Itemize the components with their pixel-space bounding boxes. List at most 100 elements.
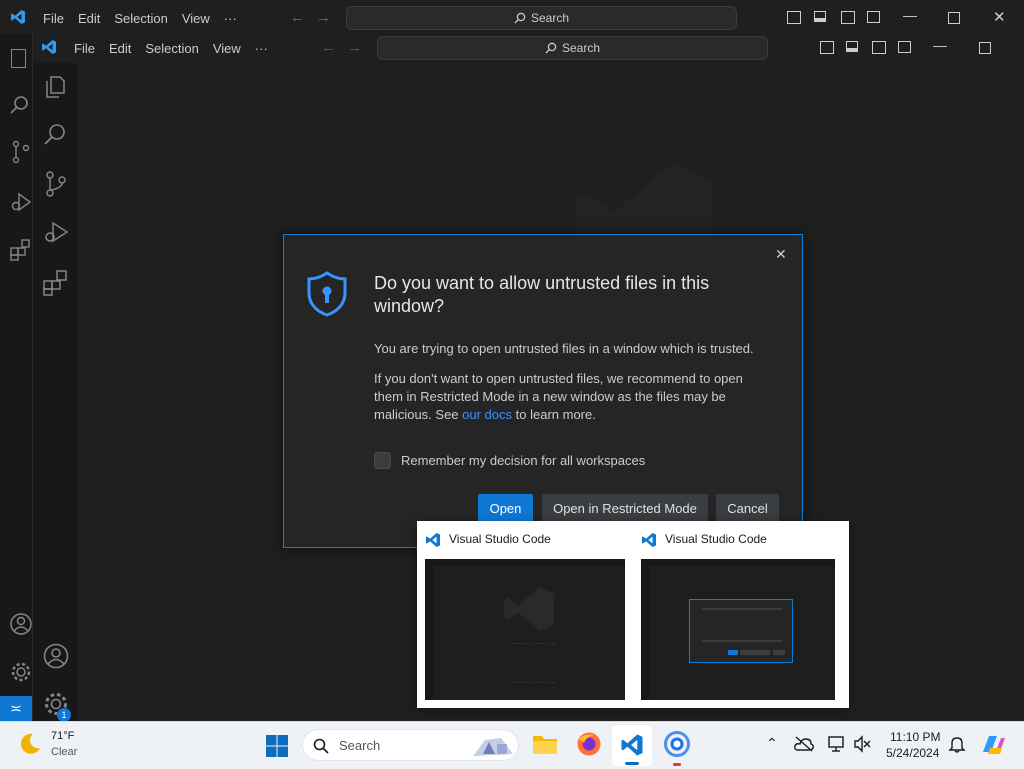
open-restricted-button[interactable]: Open in Restricted Mode xyxy=(542,494,708,522)
front-minimize-button[interactable]: — xyxy=(933,37,947,53)
dialog-message-2-end: to learn more. xyxy=(512,407,596,422)
open-button[interactable]: Open xyxy=(478,494,533,522)
back-search-icon[interactable] xyxy=(10,95,30,115)
run-debug-icon[interactable] xyxy=(43,220,69,246)
remember-checkbox[interactable] xyxy=(374,452,391,469)
forward-arrow-icon[interactable]: → xyxy=(316,9,331,26)
menu-selection[interactable]: Selection xyxy=(114,11,167,26)
front-customize-layout-icon[interactable] xyxy=(898,41,911,53)
cancel-button[interactable]: Cancel xyxy=(716,494,779,522)
front-toggle-panel-icon[interactable] xyxy=(846,41,858,52)
dialog-message-1: You are trying to open untrusted files i… xyxy=(374,341,754,356)
front-window-titlebar: File Edit Selection View ··· ← → Search — xyxy=(33,33,1024,63)
account-icon[interactable] xyxy=(43,643,69,669)
search-view-icon[interactable] xyxy=(43,123,67,147)
back-manage-gear-icon[interactable] xyxy=(10,661,32,683)
front-menu-more[interactable]: ··· xyxy=(255,41,268,56)
back-account-icon[interactable] xyxy=(10,613,32,635)
network-icon[interactable] xyxy=(828,735,846,753)
file-explorer-icon[interactable] xyxy=(532,732,558,756)
back-activity-bar: ≍ xyxy=(0,33,32,721)
front-maximize-button[interactable] xyxy=(979,42,991,54)
preview-1-thumb-shortcuts xyxy=(511,643,555,683)
search-highlight-icon xyxy=(473,738,513,756)
remember-checkbox-label[interactable]: Remember my decision for all workspaces xyxy=(401,453,645,468)
trust-dialog: ✕ Do you want to allow untrusted files i… xyxy=(283,234,803,548)
menu-more[interactable]: ··· xyxy=(224,11,237,26)
front-toggle-secondary-sidebar-icon[interactable] xyxy=(872,41,886,54)
preview-2-thumb-cancel-btn xyxy=(773,650,785,655)
vscode-logo-icon xyxy=(10,9,26,30)
weather-temp[interactable]: 71°F xyxy=(51,730,74,742)
chrome-running-indicator xyxy=(673,763,681,766)
menu-edit[interactable]: Edit xyxy=(78,11,100,26)
toggle-sidebar-icon[interactable] xyxy=(787,11,801,24)
back-explorer-icon[interactable] xyxy=(11,49,26,68)
preview-1[interactable]: Visual Studio Code xyxy=(425,529,625,701)
preview-2-thumb-activitybar xyxy=(641,566,649,700)
back-run-debug-icon[interactable] xyxy=(10,191,32,213)
show-hidden-icons-chevron[interactable]: ⌃ xyxy=(766,735,778,752)
explorer-icon[interactable] xyxy=(43,75,67,99)
preview-2-thumb-dialog xyxy=(689,599,793,663)
vscode-active-indicator xyxy=(625,762,639,765)
taskbar-search-label: Search xyxy=(339,738,381,753)
preview-2-thumb-restricted-btn xyxy=(740,650,770,655)
preview-2-thumbnail xyxy=(641,559,835,700)
search-label: Search xyxy=(530,11,570,25)
preview-2[interactable]: Visual Studio Code xyxy=(641,529,835,701)
toggle-secondary-sidebar-icon[interactable] xyxy=(841,11,855,24)
front-menu-selection[interactable]: Selection xyxy=(145,41,198,56)
docs-link[interactable]: our docs xyxy=(462,407,512,422)
vscode-taskbar-item[interactable] xyxy=(612,725,652,766)
notifications-bell-icon[interactable] xyxy=(948,735,966,753)
onedrive-offline-icon[interactable] xyxy=(794,736,814,752)
taskbar-search-box[interactable]: Search xyxy=(302,729,519,761)
front-vscode-logo-icon xyxy=(41,39,57,60)
preview-2-vscode-icon xyxy=(642,533,656,547)
clock-time[interactable]: 11:10 PM xyxy=(890,730,940,744)
extensions-icon[interactable] xyxy=(43,270,69,296)
weather-moon-icon[interactable] xyxy=(18,732,42,756)
menu-file[interactable]: File xyxy=(43,11,64,26)
front-menu-file[interactable]: File xyxy=(74,41,95,56)
maximize-button[interactable] xyxy=(948,12,960,24)
preview-1-title: Visual Studio Code xyxy=(449,532,551,546)
front-menu-edit[interactable]: Edit xyxy=(109,41,131,56)
copilot-icon[interactable] xyxy=(980,732,1006,758)
preview-1-thumb-titlebar xyxy=(425,559,625,566)
source-control-icon[interactable] xyxy=(45,171,67,197)
taskbar: 71°F Clear Search ⌃ 11:10 PM 5/24/2024 xyxy=(0,721,1024,769)
weather-desc[interactable]: Clear xyxy=(51,746,77,758)
front-back-arrow-icon[interactable]: ← xyxy=(321,39,336,56)
dialog-title: Do you want to allow untrusted files in … xyxy=(374,273,710,316)
preview-1-thumb-watermark xyxy=(504,587,554,631)
firefox-icon[interactable] xyxy=(576,731,602,757)
taskbar-search-icon xyxy=(313,738,329,754)
shield-keyhole-icon xyxy=(307,271,347,317)
front-toggle-sidebar-icon[interactable] xyxy=(820,41,834,54)
back-arrow-icon[interactable]: ← xyxy=(290,9,305,26)
volume-muted-icon[interactable] xyxy=(853,735,871,753)
preview-1-thumb-activitybar xyxy=(425,566,433,700)
preview-2-thumb-open-btn xyxy=(728,650,738,655)
toggle-panel-icon[interactable] xyxy=(814,11,826,22)
chrome-icon[interactable] xyxy=(664,731,690,757)
back-extensions-icon[interactable] xyxy=(10,239,32,261)
customize-layout-icon[interactable] xyxy=(867,11,880,23)
front-forward-arrow-icon[interactable]: → xyxy=(347,39,362,56)
taskbar-preview-popup: Visual Studio Code Visual Studio Code xyxy=(417,521,849,708)
command-center-search[interactable]: Search xyxy=(346,6,737,30)
dialog-close-button[interactable]: ✕ xyxy=(775,246,787,263)
clock-date[interactable]: 5/24/2024 xyxy=(886,746,939,760)
close-window-button[interactable]: ✕ xyxy=(993,8,1006,26)
front-search-label: Search xyxy=(561,41,601,55)
front-command-center-search[interactable]: Search xyxy=(377,36,768,60)
menu-view[interactable]: View xyxy=(182,11,210,26)
windows-start-icon[interactable] xyxy=(265,734,289,758)
back-source-control-icon[interactable] xyxy=(12,141,30,163)
vscode-taskbar-icon xyxy=(621,734,643,756)
front-menu-view[interactable]: View xyxy=(213,41,241,56)
remote-indicator[interactable]: ≍ xyxy=(0,696,32,721)
minimize-button[interactable]: — xyxy=(903,7,917,23)
